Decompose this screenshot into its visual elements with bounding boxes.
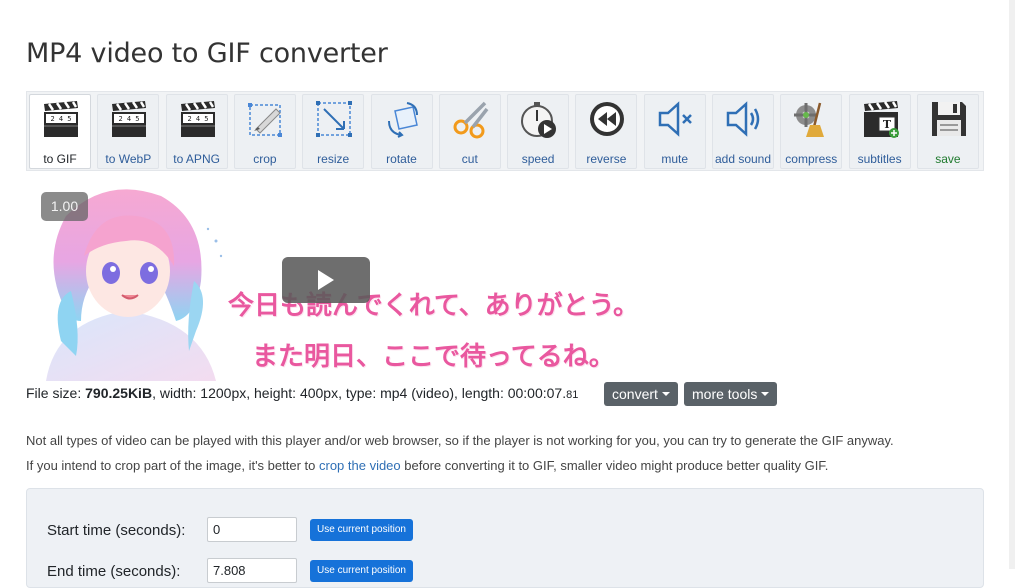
- tool-add-sound-button[interactable]: add sound: [712, 94, 774, 169]
- floppy-disk-icon: [929, 99, 969, 139]
- clapperboard-icon: 2 4 5: [109, 99, 149, 139]
- tool-speed-button[interactable]: speed: [507, 94, 570, 169]
- reverse-icon: [587, 99, 627, 139]
- clapperboard-icon: 2 4 5: [178, 99, 218, 139]
- tool-reverse-button[interactable]: reverse: [575, 94, 638, 169]
- crop-tip-note: If you intend to crop part of the image,…: [26, 458, 828, 473]
- caret-down-icon: [761, 392, 770, 396]
- broom-icon: [792, 99, 832, 139]
- tool-compress-button[interactable]: compress: [780, 94, 843, 169]
- tool-rotate-button[interactable]: rotate: [370, 94, 433, 169]
- svg-text:T: T: [883, 118, 892, 131]
- convert-dropdown-button[interactable]: convert: [604, 382, 678, 406]
- svg-text:2 4 5: 2 4 5: [119, 115, 140, 123]
- tool-label: to GIF: [43, 152, 77, 166]
- start-time-label: Start time (seconds):: [47, 522, 186, 539]
- caret-down-icon: [661, 392, 670, 396]
- use-current-position-end-button[interactable]: Use current position: [310, 560, 413, 582]
- end-time-label: End time (seconds):: [47, 563, 181, 580]
- tool-label: resize: [317, 152, 350, 166]
- page-scrollbar[interactable]: [1009, 0, 1015, 569]
- crop-tip-after: before converting it to GIF, smaller vid…: [400, 458, 829, 473]
- use-current-position-start-button[interactable]: Use current position: [310, 519, 413, 541]
- file-info: File size: 790.25KiB, width: 1200px, hei…: [26, 385, 578, 401]
- tool-resize-button[interactable]: resize: [302, 94, 365, 169]
- tool-label: mute: [661, 152, 689, 166]
- more-tools-dropdown-button[interactable]: more tools: [684, 382, 778, 406]
- player-compat-note: Not all types of video can be played wit…: [26, 433, 894, 448]
- file-info-details: , width: 1200px, height: 400px, type: mp…: [152, 385, 567, 401]
- tool-to-gif-button[interactable]: 2 4 5 to GIF: [29, 94, 91, 169]
- resize-icon: [314, 99, 354, 139]
- page-title: MP4 video to GIF converter: [26, 38, 388, 69]
- stopwatch-icon: [519, 99, 559, 139]
- end-time-input[interactable]: [207, 558, 297, 583]
- file-size-value: 790.25KiB: [85, 385, 153, 401]
- playback-speed-badge[interactable]: 1.00: [41, 192, 88, 221]
- tool-save-button[interactable]: save: [916, 94, 979, 169]
- tool-subtitles-button[interactable]: Tsubtitles: [848, 94, 911, 169]
- tool-label: subtitles: [857, 152, 902, 166]
- crop-icon: [246, 99, 286, 139]
- tool-toolbar: 2 4 5 to GIF 2 4 5 to WebP 2 4 5 to APNG crop r…: [26, 91, 984, 171]
- start-time-input[interactable]: [207, 517, 297, 542]
- tool-label: compress: [785, 152, 838, 166]
- tool-label: rotate: [386, 152, 417, 166]
- tool-label: save: [935, 152, 961, 166]
- svg-text:2 4 5: 2 4 5: [187, 115, 208, 123]
- play-icon: [318, 270, 334, 290]
- play-button[interactable]: [282, 257, 370, 303]
- subtitles-icon: T: [861, 99, 901, 139]
- tool-crop-button[interactable]: crop: [233, 94, 296, 169]
- tool-cut-button[interactable]: cut: [438, 94, 501, 169]
- speaker-icon: [724, 99, 764, 139]
- rotate-icon: [383, 99, 423, 139]
- convert-label: convert: [612, 386, 658, 402]
- mute-icon: [656, 99, 696, 139]
- tool-label: to WebP: [105, 152, 152, 166]
- tool-label: add sound: [714, 152, 772, 166]
- more-tools-label: more tools: [692, 386, 758, 402]
- tool-label: crop: [253, 152, 277, 166]
- tool-mute-button[interactable]: mute: [643, 94, 706, 169]
- subtitle-line-2: また明日、ここで待ってるね。: [252, 342, 615, 372]
- scissors-icon: [451, 99, 491, 139]
- gif-options-panel: Start time (seconds): Use current positi…: [26, 488, 984, 588]
- tool-label: cut: [461, 152, 478, 166]
- crop-tip-before: If you intend to crop part of the image,…: [26, 458, 319, 473]
- tool-to-webp-button[interactable]: 2 4 5 to WebP: [97, 94, 160, 169]
- crop-the-video-link[interactable]: crop the video: [319, 458, 401, 473]
- tool-to-apng-button[interactable]: 2 4 5 to APNG: [165, 94, 228, 169]
- file-length-ms: 81: [566, 389, 579, 401]
- tool-label: reverse: [586, 152, 627, 166]
- file-info-prefix: File size:: [26, 385, 86, 401]
- tool-label: speed: [521, 152, 555, 166]
- video-player[interactable]: 1.00 今日も読んでくれて、ありがとう。 また明日、ここで待ってるね。: [26, 181, 984, 381]
- tool-label: to APNG: [173, 152, 220, 166]
- clapperboard-icon: 2 4 5: [41, 99, 81, 139]
- svg-text:2 4 5: 2 4 5: [50, 115, 71, 123]
